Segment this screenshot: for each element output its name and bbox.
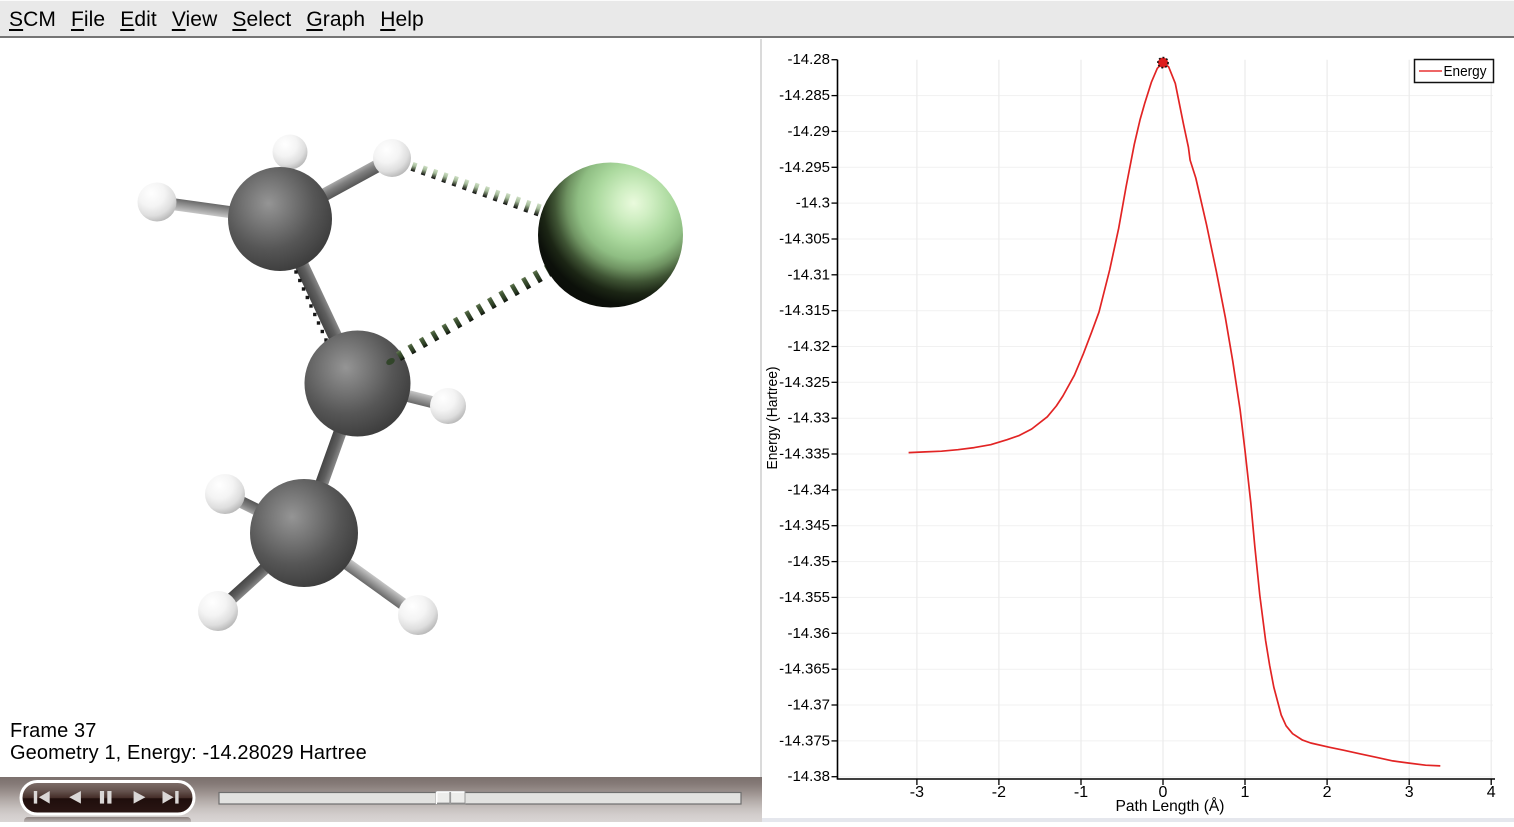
svg-text:-14.365: -14.365 (779, 661, 830, 678)
svg-text:-2: -2 (992, 784, 1006, 801)
svg-text:Path Length (Å): Path Length (Å) (1116, 796, 1225, 815)
svg-text:-14.375: -14.375 (779, 732, 830, 749)
svg-text:1: 1 (1241, 784, 1250, 801)
svg-text:Energy: Energy (1444, 63, 1487, 80)
svg-text:2: 2 (1323, 784, 1332, 801)
svg-text:-14.335: -14.335 (779, 446, 830, 463)
svg-text:-14.305: -14.305 (779, 231, 830, 248)
svg-text:-14.29: -14.29 (787, 123, 830, 140)
svg-text:-14.345: -14.345 (779, 517, 830, 534)
svg-text:-14.28: -14.28 (787, 51, 830, 68)
svg-text:3: 3 (1405, 784, 1414, 801)
svg-text:-14.38: -14.38 (787, 768, 830, 785)
svg-text:-14.36: -14.36 (787, 625, 830, 642)
svg-text:-14.35: -14.35 (787, 553, 830, 570)
svg-text:-1: -1 (1074, 784, 1088, 801)
svg-text:Energy (Hartree): Energy (Hartree) (764, 366, 781, 469)
svg-text:-14.37: -14.37 (787, 697, 830, 714)
svg-text:-14.355: -14.355 (779, 589, 830, 606)
svg-text:-14.31: -14.31 (787, 266, 830, 283)
svg-text:-14.285: -14.285 (779, 87, 830, 104)
svg-text:-3: -3 (910, 784, 924, 801)
svg-text:-14.3: -14.3 (796, 195, 830, 212)
svg-text:-14.32: -14.32 (787, 338, 830, 355)
svg-text:-14.315: -14.315 (779, 302, 830, 319)
svg-text:-14.33: -14.33 (787, 410, 830, 427)
svg-text:-14.34: -14.34 (787, 481, 830, 498)
svg-text:-14.295: -14.295 (779, 159, 830, 176)
svg-text:4: 4 (1487, 784, 1496, 801)
svg-text:-14.325: -14.325 (779, 374, 830, 391)
